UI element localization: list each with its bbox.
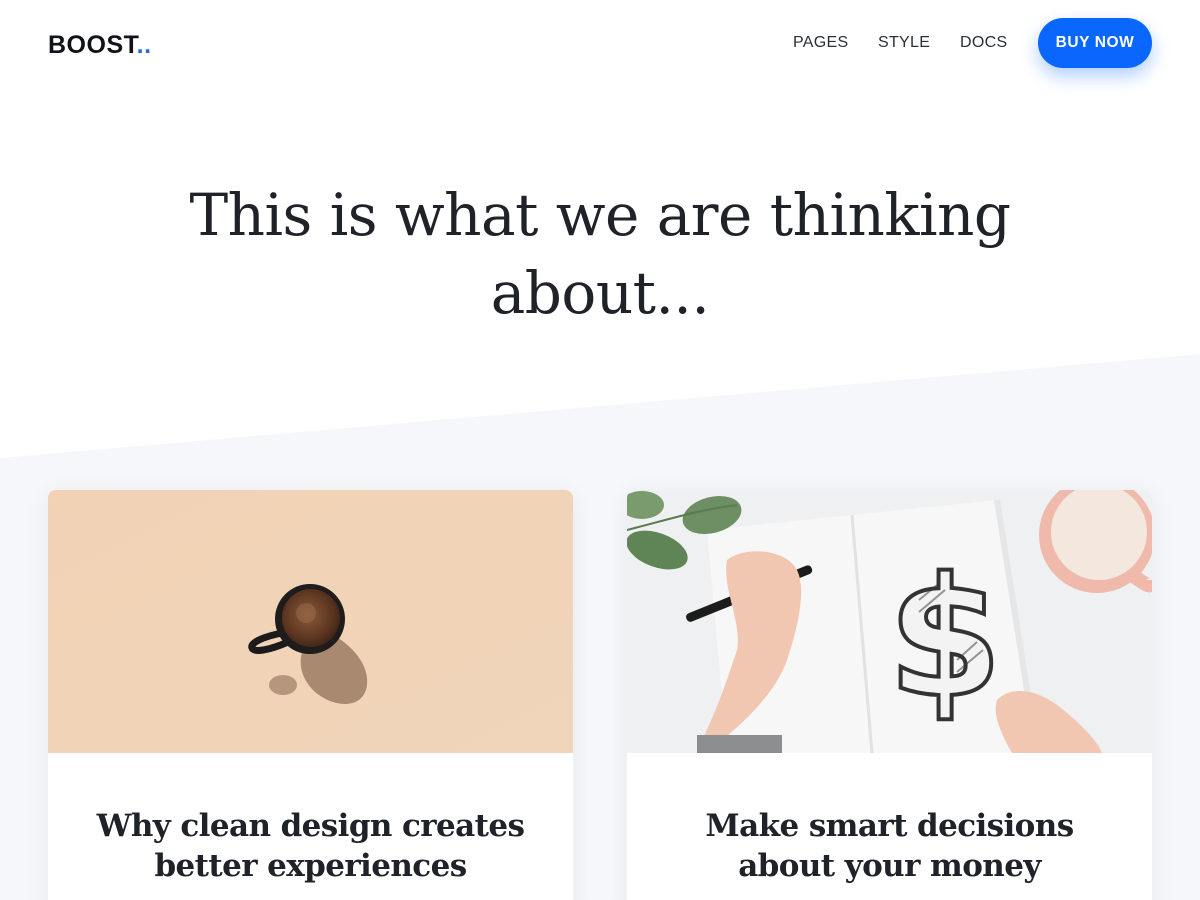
buy-now-button[interactable]: BUY NOW [1038, 18, 1152, 68]
nav-pages[interactable]: PAGES [793, 33, 848, 53]
coffee-cup-image [48, 490, 573, 753]
site-header: BOOST.. PAGES STYLE DOCS BUY NOW [0, 0, 1200, 88]
nav-style[interactable]: STYLE [878, 33, 930, 53]
card-title[interactable]: Make smart decisions about your money [657, 806, 1122, 886]
blog-card-clean-design[interactable]: Why clean design creates better experien… [48, 490, 573, 900]
logo-text: BOOST [48, 31, 137, 59]
nav-docs[interactable]: DOCS [960, 33, 1007, 53]
logo-dots: .. [136, 31, 152, 59]
svg-text:$: $ [888, 542, 1003, 734]
dollar-sketch-image: $ [627, 490, 1152, 753]
blog-card-money-decisions[interactable]: $ Make smart decisions about your money [627, 490, 1152, 900]
brand-logo[interactable]: BOOST.. [48, 30, 152, 60]
page-title: This is what we are thinking about... [189, 181, 1011, 327]
card-title[interactable]: Why clean design creates better experien… [78, 806, 543, 886]
